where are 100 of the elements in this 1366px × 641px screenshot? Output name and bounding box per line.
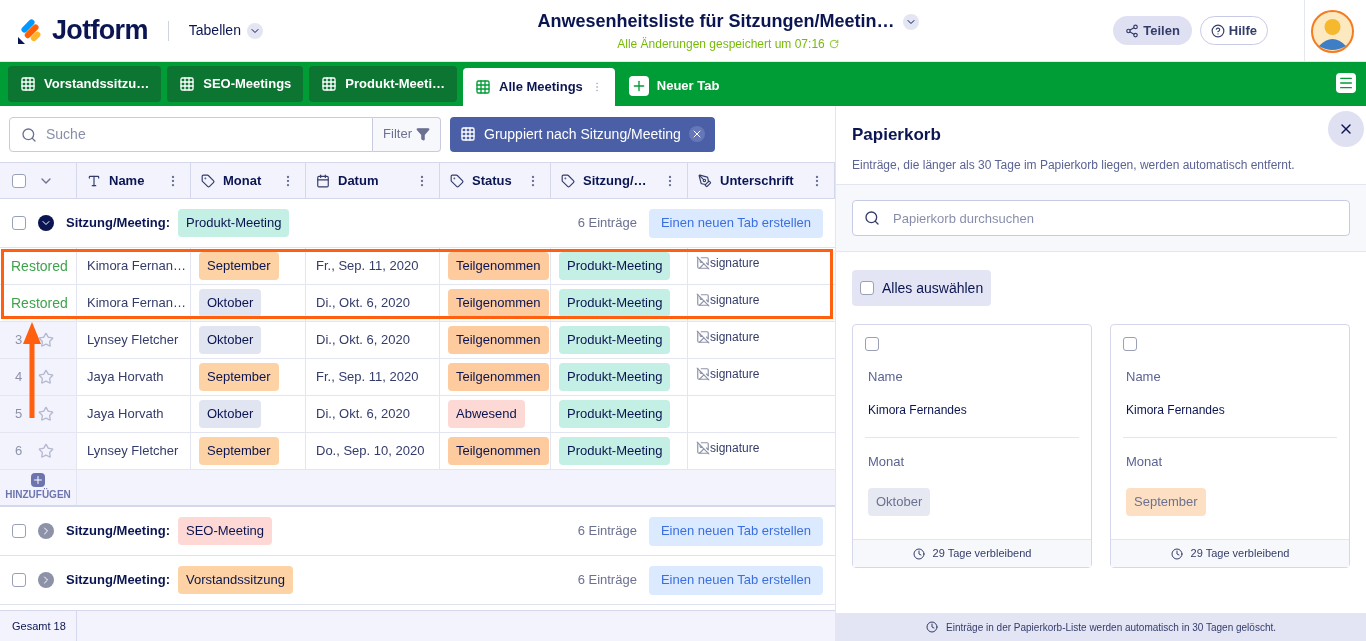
checkbox[interactable] [865,337,879,351]
panel-title: Papierkorb [852,124,942,146]
restored-label: Restored [11,293,68,313]
tab[interactable]: Produkt-Meeti… [309,66,457,102]
avatar[interactable] [1311,9,1354,53]
clock-icon [912,547,925,560]
column-header[interactable]: Monat [191,163,306,198]
pen-icon [698,173,712,188]
signature-alt-text: signature [710,292,760,309]
tag: SEO-Meeting [178,517,273,545]
clock-icon [1170,547,1183,560]
column-header[interactable]: Datum [306,163,440,198]
group-label: Sitzung/Meeting: [66,214,170,233]
new-tab-button[interactable]: Einen neuen Tab erstellen [648,208,823,238]
logo-text: Jotform [52,14,148,48]
checkbox[interactable] [12,216,26,230]
entry-count: 6 Einträge [577,571,637,590]
close-button[interactable] [1328,111,1364,147]
tab[interactable]: Alle Meetings [463,68,615,106]
tag: Produkt-Meeting [559,437,671,465]
field-value: Kimora Fernandes [1126,401,1226,419]
tag: Produkt-Meeting [559,252,671,280]
field-label: Name [868,368,904,386]
tag: Produkt-Meeting [559,289,671,317]
star-icon[interactable] [38,406,55,422]
table-icon [20,76,36,92]
tag: Produkt-Meeting [559,326,671,354]
checkbox[interactable] [1123,337,1137,351]
share-icon [1125,23,1140,38]
signature-alt-text: signature [710,440,760,457]
search-field[interactable]: Suche [9,116,374,152]
tag: Produkt-Meeting [559,400,671,428]
group-label: Sitzung/Meeting: [66,571,170,590]
entry-count: 6 Einträge [577,214,637,233]
tag: Produkt-Meeting [178,209,290,237]
table-cell-text: Di., Okt. 6, 2020 [316,331,410,350]
checkbox[interactable] [12,573,26,587]
expand-icon[interactable] [38,523,54,539]
tab[interactable]: SEO-Meetings [167,66,304,102]
restored-label: Restored [11,256,68,276]
tag: Vorstandssitzung [178,566,293,594]
broken-image-icon [696,256,710,270]
broken-image-icon [696,441,710,455]
table-icon [321,76,338,92]
window-title: Anwesenheitsliste für Sitzungen/Meetin… [537,10,895,33]
text-type-icon [87,173,101,188]
search-icon [21,126,37,143]
plus-icon [628,76,649,96]
star-icon[interactable] [38,443,55,459]
tag: Teilgenommen [448,363,549,391]
group-label: Sitzung/Meeting: [66,522,170,541]
new-tab-button[interactable]: Neuer Tab [620,70,728,102]
refresh-icon [828,39,839,49]
add-row-button[interactable]: HINZUFÜGEN [0,470,77,505]
entry-count: 6 Einträge [577,522,637,541]
column-header[interactable]: Name [77,163,191,198]
group-by-button[interactable]: Gruppiert nach Sitzung/Meeting [450,116,715,152]
title-dropdown-icon[interactable] [902,13,919,30]
row-number: 5 [15,405,23,424]
menu-button[interactable] [1336,73,1356,93]
expand-icon[interactable] [38,572,54,588]
table-cell-text: Di., Okt. 6, 2020 [316,294,410,313]
section-dropdown[interactable]: Tabellen [188,20,263,41]
checkbox[interactable] [860,281,874,295]
star-icon[interactable] [38,369,55,385]
filter-button[interactable]: Filter [373,116,441,152]
save-status: Alle Änderungen gespeichert um 07:16 [617,36,825,53]
tab[interactable]: Vorstandssitzu… [8,66,162,102]
tag: Teilgenommen [448,252,549,280]
column-header[interactable]: Unterschrift [688,163,835,198]
select-all-button[interactable]: Alles auswählen [852,270,992,306]
tag: Abwesend [448,400,525,428]
new-tab-button[interactable]: Einen neuen Tab erstellen [648,516,823,546]
share-button[interactable]: Teilen [1113,16,1192,45]
signature-alt-text: signature [710,329,760,346]
column-header[interactable]: Sitzung/… [551,163,688,198]
tag-icon [450,173,464,188]
field-label: Monat [1126,452,1164,471]
collapse-icon[interactable] [38,215,54,231]
signature-alt-text: signature [710,255,760,272]
new-tab-button[interactable]: Einen neuen Tab erstellen [648,565,823,595]
broken-image-icon [696,367,710,381]
field-value: Kimora Fernandes [868,401,968,419]
plus-icon [31,473,45,487]
broken-image-icon [696,330,710,344]
tag: Teilgenommen [448,326,549,354]
star-icon[interactable] [38,332,55,348]
notice-text: Einträge in der Papierkorb-Liste werden automatisch in 30 Tagen gelöscht. [946,620,1276,635]
checkbox[interactable] [12,524,26,538]
logo-icon [16,16,44,45]
table-cell-text: Kimora Fernan… [87,257,186,276]
tag: Oktober [199,289,262,317]
checkbox[interactable] [12,173,26,188]
tag: Teilgenommen [448,437,549,465]
column-header[interactable]: Status [440,163,551,198]
tag: September [1126,488,1206,516]
trash-search-field[interactable]: Papierkorb durchsuchen [852,200,1350,236]
calendar-icon [316,173,330,188]
broken-image-icon [696,293,710,307]
tag: Oktober [199,400,262,428]
